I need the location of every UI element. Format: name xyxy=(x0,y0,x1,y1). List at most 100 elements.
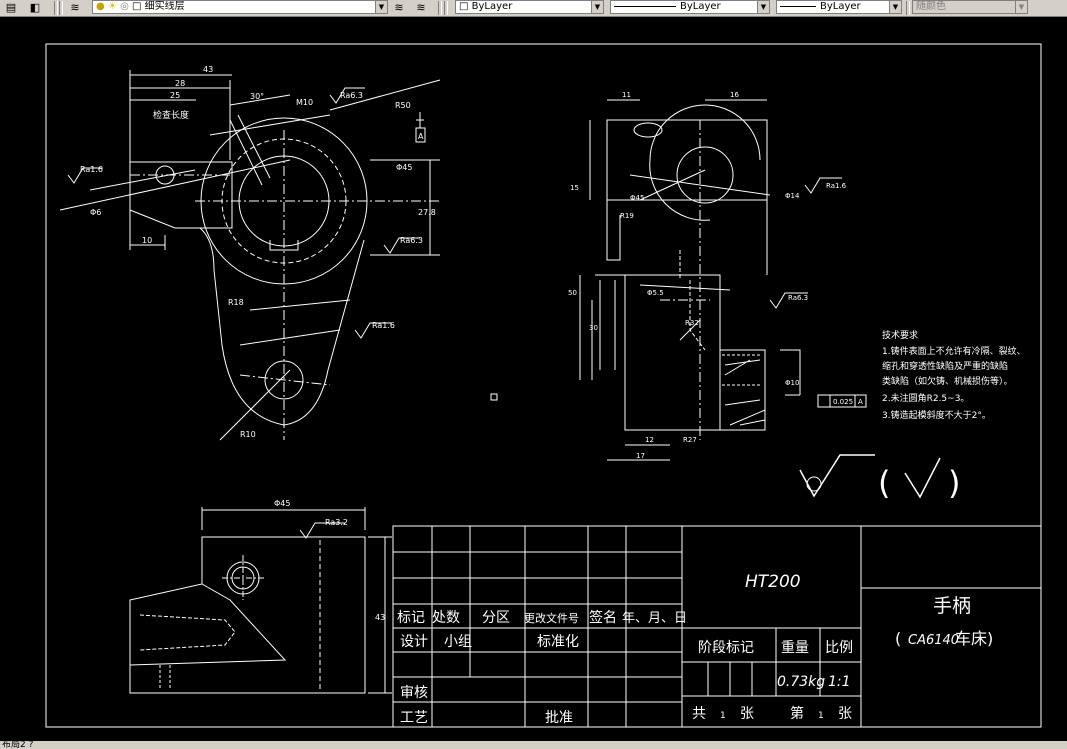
dim-text: 43 xyxy=(203,65,213,74)
weight-value: 0.73kg xyxy=(777,674,825,690)
dim-text: 50 xyxy=(568,289,577,297)
datum-text: A xyxy=(858,398,863,406)
plotstyle-combo[interactable]: 随颜色 ▼ xyxy=(912,0,1028,14)
dim-text: R50 xyxy=(395,101,411,110)
dim-text: Φ5.5 xyxy=(647,289,664,297)
label-review: 审核 xyxy=(400,685,428,701)
make-current-icon[interactable]: ◧ xyxy=(28,1,42,14)
side-view xyxy=(579,99,867,461)
machine-model: CA6140 xyxy=(908,633,959,648)
dim-text: 检查长度 xyxy=(153,109,189,121)
dim-text: R27 xyxy=(683,436,697,444)
line-sample xyxy=(780,5,816,7)
roughness-symbol xyxy=(799,454,941,499)
lineweight-combo[interactable]: ByLayer ▼ xyxy=(776,0,902,14)
label-weight: 重量 xyxy=(781,640,809,656)
unlock-icon: ◎ xyxy=(120,1,129,12)
dim-text: 27.8 xyxy=(418,208,436,217)
sheet-count: 1 xyxy=(818,711,824,721)
label-approve: 批准 xyxy=(545,710,573,726)
color-value: ByLayer xyxy=(471,1,513,12)
dim-text: Φ45 xyxy=(274,499,290,508)
roughness-text: Ra1.6 xyxy=(372,321,395,330)
layer-previous-icon[interactable]: ≋ xyxy=(392,1,406,14)
dim-text: Φ14 xyxy=(785,192,800,200)
layer-name: 细实线层 xyxy=(144,1,185,12)
label-scale: 比例 xyxy=(825,640,853,656)
dim-text: R10 xyxy=(240,430,256,439)
chevron-down-icon[interactable]: ▼ xyxy=(757,1,769,13)
chevron-down-icon[interactable]: ▼ xyxy=(1015,1,1027,13)
roughness-text: Ra6.3 xyxy=(340,91,363,100)
datum-text: A xyxy=(418,132,424,141)
layer-manager-icon[interactable]: ▤ xyxy=(4,1,18,14)
drawing-canvas[interactable]: 43 28 25 检查长度 30° M10 Ra6.3 R50 Ra1.6 Φ6… xyxy=(0,16,1067,743)
label-total: 共 xyxy=(692,706,706,722)
label-standard: 标准化 xyxy=(537,634,579,650)
dim-text: 43 xyxy=(375,613,385,622)
header-count: 处数 xyxy=(432,610,460,626)
tech-line: 3.铸造起模斜度不大于2°。 xyxy=(882,409,991,421)
tech-line: 类缺陷（如欠铸、机械损伤等）。 xyxy=(882,375,1013,387)
paren-close: ) xyxy=(948,464,960,502)
chevron-down-icon[interactable]: ▼ xyxy=(591,1,603,13)
dim-text: 25 xyxy=(170,91,180,100)
dim-text: R18 xyxy=(228,298,244,307)
tech-line: 缩孔和穿透性缺陷及严重的缺陷 xyxy=(882,360,1008,372)
dim-text: R19 xyxy=(620,212,634,220)
layer-states-icon[interactable]: ≋ xyxy=(68,1,82,14)
color-swatch-icon: □ xyxy=(459,1,469,12)
paren-open: ( xyxy=(878,464,890,502)
plotstyle-value: 随颜色 xyxy=(916,1,946,12)
label-group: 小组 xyxy=(444,634,472,650)
dim-text: 30 xyxy=(589,324,598,332)
dim-text: 28 xyxy=(175,79,185,88)
dim-text: Φ45 xyxy=(396,163,412,172)
dim-text: Φ6 xyxy=(90,208,101,217)
lineweight-value: ByLayer xyxy=(820,1,861,12)
dim-text: 15 xyxy=(570,184,579,192)
color-combo[interactable]: □ ByLayer ▼ xyxy=(455,0,604,14)
chevron-down-icon[interactable]: ▼ xyxy=(889,1,901,13)
part-name: 手柄 xyxy=(933,595,971,617)
status-bar: 布局2 ? xyxy=(0,741,1067,749)
tolerance-text: 0.025 xyxy=(833,398,853,406)
properties-toolbar: ▤ ◧ ≋ ● ☀ ◎ □ 细实线层 ▼ ≋ ≋ □ ByLayer ▼ ByL… xyxy=(0,0,1067,17)
label-process: 工艺 xyxy=(400,710,428,726)
header-sign: 签名 xyxy=(589,609,617,626)
front-view xyxy=(59,70,441,441)
machine-suffix: 车床) xyxy=(955,629,993,648)
total-count: 1 xyxy=(720,711,726,721)
roughness-text: Ra3.2 xyxy=(325,518,348,527)
linetype-value: ByLayer xyxy=(680,1,721,12)
chevron-down-icon[interactable]: ▼ xyxy=(375,1,387,13)
sun-icon: ☀ xyxy=(107,1,117,12)
header-zone: 分区 xyxy=(482,610,510,626)
label-sheets: 张 xyxy=(740,706,754,722)
pick-box xyxy=(490,393,498,401)
layer-combo[interactable]: ● ☀ ◎ □ 细实线层 ▼ xyxy=(92,0,388,14)
dim-text: 17 xyxy=(636,452,645,460)
label-sheets: 张 xyxy=(838,706,852,722)
separator xyxy=(54,1,58,15)
dim-text: M10 xyxy=(296,98,313,107)
header-date: 年、月、日 xyxy=(622,611,687,626)
dim-text: 12 xyxy=(645,436,654,444)
label-design: 设计 xyxy=(400,634,428,650)
layer-match-icon[interactable]: ≋ xyxy=(414,1,428,14)
dim-text: 30° xyxy=(250,92,264,101)
separator xyxy=(438,1,442,15)
material-text: HT200 xyxy=(745,572,801,592)
linetype-combo[interactable]: ByLayer ▼ xyxy=(610,0,770,14)
title-block xyxy=(392,525,1042,728)
layout-tab[interactable]: 布局2 ? xyxy=(2,741,33,749)
tech-line: 2.未注圆角R2.5~3。 xyxy=(882,392,969,404)
machine-paren: ( xyxy=(895,629,901,648)
bottom-view xyxy=(129,507,392,694)
label-sheet-no: 第 xyxy=(790,705,804,722)
color-swatch-icon: □ xyxy=(132,1,142,12)
separator xyxy=(59,1,63,15)
separator xyxy=(906,1,910,15)
tech-line: 1.铸件表面上不允许有冷隔、裂纹、 xyxy=(882,345,1026,357)
dim-text: 10 xyxy=(142,236,152,245)
